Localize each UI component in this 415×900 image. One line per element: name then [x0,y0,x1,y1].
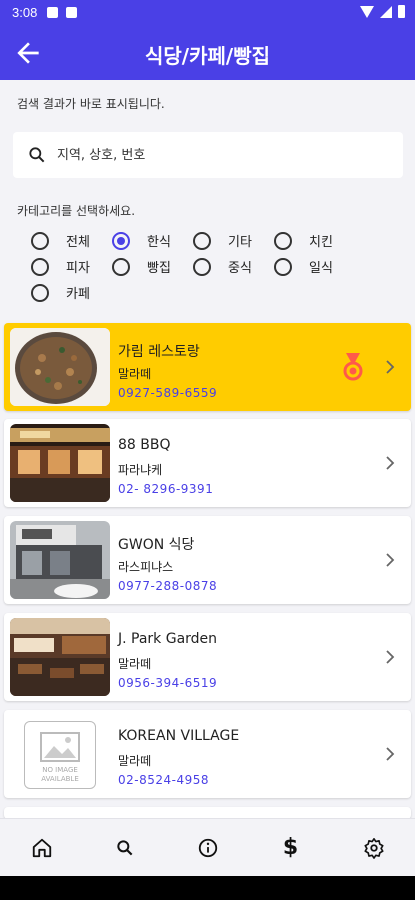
nav-info-button[interactable] [188,828,228,868]
restaurant-photo [10,618,110,696]
restaurant-name: 가림 레스토랑 [118,344,200,360]
list-item[interactable]: GWON 식당 라스피냐스 0977-288-0878 [4,516,411,604]
category-option-all[interactable]: 전체 [31,231,90,250]
wifi-icon [360,5,374,18]
placeholder-frame: NO IMAGE AVAILABLE [24,721,96,789]
search-input[interactable] [57,132,387,178]
storefront-image [10,424,110,502]
restaurant-phone[interactable]: 02- 8296-9391 [118,482,213,496]
pancake-image [10,328,110,406]
status-bar: 3:08 [0,0,415,26]
chevron-right-icon [386,650,395,664]
category-option-label: 기타 [228,235,252,250]
nav-donate-button[interactable]: $ [271,828,311,868]
info-icon [198,838,217,857]
radio-button[interactable] [274,257,292,276]
category-option-pizza[interactable]: 피자 [31,257,90,276]
restaurant-name: J. Park Garden [118,631,218,647]
restaurant-region: 파라냐케 [118,463,163,477]
no-image-label: NO IMAGE AVAILABLE [41,766,79,783]
no-image-placeholder: NO IMAGE AVAILABLE [10,715,110,793]
status-time: 3:08 [12,5,38,20]
radio-button-checked[interactable] [112,231,130,250]
list-item[interactable]: NO IMAGE AVAILABLE KOREAN VILLAGE 말라떼 02… [4,710,411,798]
battery-icon [398,5,405,18]
restaurant-phone[interactable]: 0977-288-0878 [118,579,217,593]
category-option-korean[interactable]: 한식 [112,231,171,250]
category-label: 카테고리를 선택하세요. [17,204,136,218]
search-hint: 검색 결과가 바로 표시됩니다. [17,97,165,111]
restaurant-region: 말라떼 [118,657,152,671]
signal-icon [380,5,392,18]
restaurant-name: 88 BBQ [118,437,171,453]
list-item[interactable]: 가림 레스토랑 말라떼 0927-589-6559 [4,323,411,411]
radio-button[interactable] [274,231,292,250]
radio-button[interactable] [193,257,211,276]
home-icon [32,838,51,857]
interior-image [10,618,110,696]
category-option-label: 중식 [228,261,252,276]
search-icon [29,147,45,163]
radio-button[interactable] [193,231,211,250]
notification-icon [47,7,58,18]
nav-settings-button[interactable] [354,828,394,868]
bottom-navigation: $ [0,818,415,876]
chevron-right-icon [386,747,395,761]
restaurant-region: 말라떼 [118,367,152,381]
app-bar: 식당/카페/빵집 [0,26,415,80]
category-option-japanese[interactable]: 일식 [274,257,333,276]
nav-home-button[interactable] [22,828,62,868]
search-icon [116,839,132,855]
category-option-label: 치킨 [309,235,333,250]
restaurant-photo [10,328,110,406]
nav-search-button[interactable] [105,828,145,868]
radio-button[interactable] [31,283,49,302]
category-option-label: 빵집 [147,261,171,276]
radio-button[interactable] [31,257,49,276]
category-option-label: 한식 [147,235,171,250]
settings-icon [363,837,384,859]
chevron-right-icon [386,553,395,567]
category-option-other[interactable]: 기타 [193,231,252,250]
restaurant-name: KOREAN VILLAGE [118,728,240,744]
list-item[interactable]: 88 BBQ 파라냐케 02- 8296-9391 [4,419,411,507]
restaurant-region: 라스피냐스 [118,560,174,574]
dollar-icon: $ [282,835,299,860]
category-option-chinese[interactable]: 중식 [193,257,252,276]
storefront-image [10,521,110,599]
category-option-label: 전체 [66,235,90,250]
medal-icon [343,353,363,381]
radio-button[interactable] [112,257,130,276]
search-box[interactable] [13,132,403,178]
status-indicators [360,5,405,18]
restaurant-phone[interactable]: 0956-394-6519 [118,676,217,690]
restaurant-photo [10,521,110,599]
chevron-right-icon [386,456,395,470]
page-title: 식당/카페/빵집 [144,44,270,68]
category-option-label: 카페 [66,287,90,302]
restaurant-phone[interactable]: 02-8524-4958 [118,773,209,787]
restaurant-region: 말라떼 [118,754,152,768]
radio-button[interactable] [31,231,49,250]
chevron-right-icon [386,360,395,374]
category-option-label: 피자 [66,261,90,276]
category-option-label: 일식 [309,261,333,276]
screen: 3:08 식당/카페/빵집 검색 결과가 바로 표시됩니다. 카테고리를 선택하… [0,0,415,900]
image-icon [40,732,80,762]
list-item[interactable]: J. Park Garden 말라떼 0956-394-6519 [4,613,411,701]
restaurant-phone[interactable]: 0927-589-6559 [118,386,217,400]
sim-icon [66,7,77,18]
category-option-bakery[interactable]: 빵집 [112,257,171,276]
category-option-chicken[interactable]: 치킨 [274,231,333,250]
restaurant-photo [10,424,110,502]
system-gesture-bar [0,876,415,900]
category-option-cafe[interactable]: 카페 [31,283,90,302]
restaurant-name: GWON 식당 [118,537,195,553]
